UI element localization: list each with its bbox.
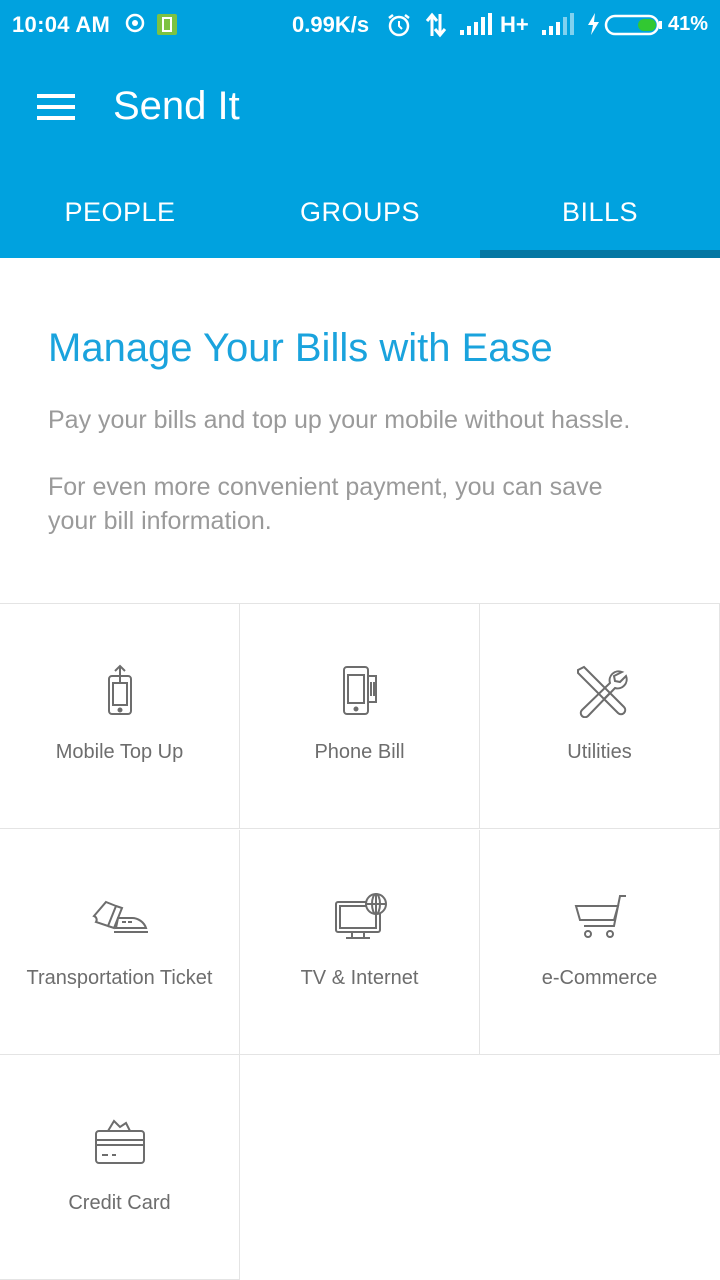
utilities-icon [570, 664, 630, 718]
battery-percent: 41% [668, 13, 709, 35]
phone-bill-icon [330, 664, 390, 718]
tab-people[interactable]: PEOPLE [0, 168, 240, 258]
bill-label: Mobile Top Up [55, 741, 184, 763]
hamburger-menu-icon [37, 94, 75, 120]
bill-label: TV & Internet [300, 967, 419, 989]
bill-label: Phone Bill [314, 741, 405, 763]
battery-saver-icon [156, 12, 178, 36]
credit-card-icon [90, 1115, 150, 1169]
bill-tv-internet[interactable]: TV & Internet [240, 830, 480, 1055]
ticket-icon [90, 890, 150, 944]
data-transfer-icon [424, 12, 448, 38]
intro-title: Manage Your Bills with Ease [48, 326, 553, 370]
bill-utilities[interactable]: Utilities [480, 604, 720, 829]
signal-icon [458, 12, 492, 36]
bill-label: Transportation Ticket [26, 967, 213, 989]
network-type: H+ [500, 12, 529, 37]
tab-bills[interactable]: BILLS [480, 168, 720, 258]
bill-e-commerce[interactable]: e-Commerce [480, 830, 720, 1055]
status-time: 10:04 AM [12, 12, 111, 37]
status-bar: 10:04 AM 0.99K/s H+ 41% [0, 0, 720, 52]
charging-icon [586, 12, 600, 36]
intro-save-note-line2: your bill information. [48, 507, 272, 535]
tv-internet-icon [330, 890, 390, 944]
signal-icon-2 [540, 12, 574, 36]
bill-label: e-Commerce [541, 967, 658, 989]
bill-label: Utilities [567, 741, 632, 763]
cart-icon [570, 890, 630, 944]
bill-phone-bill[interactable]: Phone Bill [240, 604, 480, 829]
intro-save-note: For even more convenient payment, you ca… [48, 470, 668, 538]
sync-icon [124, 12, 146, 34]
bill-transportation-ticket[interactable]: Transportation Ticket [0, 830, 240, 1055]
tab-bar: PEOPLE GROUPS BILLS [0, 168, 720, 258]
bills-grid: Mobile Top Up Phone Bill Utilities Trans… [0, 603, 720, 1280]
battery-icon [604, 14, 664, 36]
bill-label: Credit Card [68, 1192, 171, 1214]
app-title: Send It [113, 84, 240, 128]
tab-groups[interactable]: GROUPS [240, 168, 480, 258]
bill-credit-card[interactable]: Credit Card [0, 1055, 240, 1280]
bill-mobile-top-up[interactable]: Mobile Top Up [0, 604, 240, 829]
intro-save-note-line1: For even more convenient payment, you ca… [48, 473, 603, 501]
status-speed: 0.99K/s [292, 12, 370, 37]
intro-description: Pay your bills and top up your mobile wi… [48, 406, 631, 434]
mobile-topup-icon [90, 664, 150, 718]
alarm-icon [386, 12, 412, 38]
menu-button[interactable] [30, 86, 82, 130]
